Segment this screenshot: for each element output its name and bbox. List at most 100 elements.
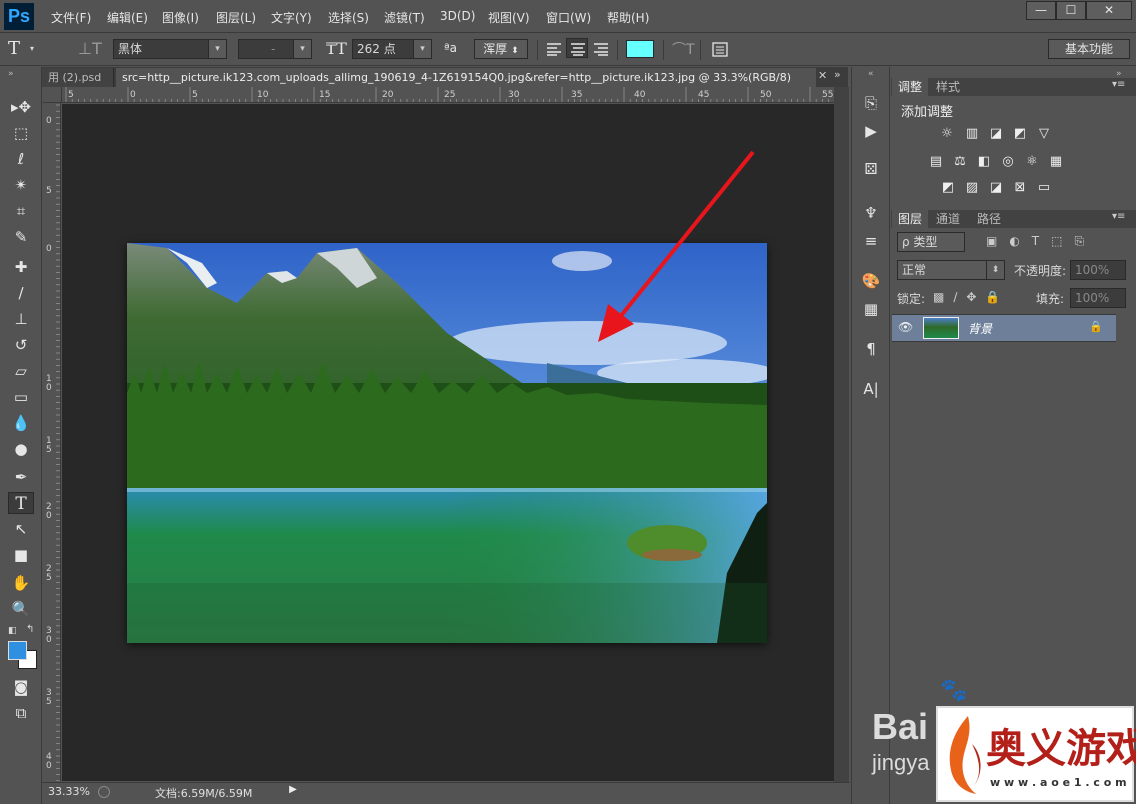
brush-tool-icon[interactable]: ∕ — [8, 282, 34, 304]
status-menu-arrow-icon[interactable]: ▶ — [286, 784, 300, 800]
character-panel-icon[interactable]: A| — [860, 378, 882, 400]
path-selection-icon[interactable]: ↖ — [8, 518, 34, 540]
screen-mode-icon[interactable]: ⧉ — [8, 702, 34, 724]
align-left-icon[interactable] — [546, 41, 562, 56]
navigator-panel-icon[interactable]: ⚄ — [860, 158, 882, 180]
grid-panel-icon[interactable]: ▦ — [860, 298, 882, 320]
minimize-button[interactable]: — — [1026, 1, 1056, 20]
align-center-icon[interactable] — [566, 38, 588, 58]
selective-color-icon[interactable]: ⊠ — [1010, 180, 1030, 196]
photo-filter-icon[interactable]: ◎ — [998, 154, 1018, 170]
brush-panel-icon[interactable]: ♆ — [860, 202, 882, 224]
collapse-icon[interactable]: « — [868, 69, 874, 79]
brush-presets-icon[interactable]: ≡ — [860, 230, 882, 252]
rectangle-tool-icon[interactable]: ■ — [8, 544, 34, 566]
text-orientation-icon[interactable]: ⊥T — [78, 39, 102, 58]
gradient-tool-icon[interactable]: ▭ — [8, 386, 34, 408]
blur-tool-icon[interactable]: 💧 — [8, 412, 34, 434]
layer-filter-select[interactable]: ρ 类型 — [897, 232, 965, 252]
layer-filter-icons[interactable]: ▣◐T⬚⎘ — [986, 234, 1096, 249]
marquee-tool-icon[interactable]: ⬚ — [8, 122, 34, 144]
quick-mask-icon[interactable]: ◙ — [8, 676, 34, 698]
close-button[interactable]: ✕ — [1086, 1, 1132, 20]
warp-text-icon[interactable]: ⌒T — [672, 39, 695, 59]
invert-icon[interactable]: ◩ — [938, 180, 958, 196]
blend-mode-select[interactable]: 正常 ⬍ — [897, 260, 1005, 280]
vertical-scrollbar[interactable] — [834, 87, 849, 782]
posterize-icon[interactable]: ▨ — [962, 180, 982, 196]
character-panel-icon[interactable] — [711, 40, 729, 58]
tab-adjustments[interactable]: 调整 — [892, 78, 929, 96]
text-color-swatch[interactable] — [626, 40, 654, 58]
antialias-select[interactable]: 浑厚 ⬍ — [474, 39, 528, 59]
tab-paths[interactable]: 路径 — [971, 210, 1007, 228]
collapse-icon[interactable]: » — [8, 69, 14, 79]
document-image[interactable] — [127, 243, 767, 643]
eraser-icon[interactable]: ▱ — [8, 360, 34, 382]
maximize-button[interactable]: ☐ — [1056, 1, 1086, 20]
lock-icons[interactable]: ▩∕✥🔒 — [933, 290, 1009, 304]
font-family-select[interactable]: 黑体 ▾ — [113, 39, 227, 59]
menu-item-4[interactable]: 文字(Y) — [271, 9, 312, 26]
paragraph-panel-icon[interactable]: ¶ — [860, 338, 882, 360]
close-tab-icon[interactable]: ✕ — [818, 69, 827, 82]
tab-active-document[interactable]: src=http__picture.ik123.com_uploads_alli… — [116, 68, 816, 87]
zoom-tool-icon[interactable]: 🔍 — [8, 598, 34, 620]
zoom-level[interactable]: 33.33% — [48, 785, 90, 798]
history-panel-icon[interactable]: ⎘ — [860, 92, 882, 114]
chevron-down-icon[interactable]: ▾ — [30, 44, 34, 53]
workspace-button[interactable]: 基本功能 — [1048, 39, 1130, 59]
pen-tool-icon[interactable]: ✒ — [8, 466, 34, 488]
threshold-icon[interactable]: ◪ — [986, 180, 1006, 196]
actions-panel-icon[interactable]: ▶ — [860, 120, 882, 142]
crop-tool-icon[interactable]: ⌗ — [8, 200, 34, 222]
type-tool-icon[interactable]: T — [8, 492, 34, 514]
menu-item-5[interactable]: 选择(S) — [328, 9, 369, 26]
ruler-origin[interactable] — [43, 87, 62, 103]
foreground-color-swatch[interactable] — [8, 641, 27, 660]
panel-menu-icon[interactable]: ▾≡ — [1112, 211, 1125, 222]
clone-stamp-icon[interactable]: ⊥ — [8, 308, 34, 330]
black-white-icon[interactable]: ◧ — [974, 154, 994, 170]
menu-item-6[interactable]: 滤镜(T) — [384, 9, 425, 26]
tab-layers[interactable]: 图层 — [892, 210, 929, 228]
tab-channels[interactable]: 通道 — [930, 210, 966, 228]
text-tool-preset-icon[interactable]: T — [8, 38, 20, 59]
opacity-field[interactable]: 100% — [1070, 260, 1126, 280]
panel-menu-icon[interactable]: ▾≡ — [1112, 79, 1125, 90]
levels-icon[interactable]: ▥ — [962, 126, 982, 142]
lasso-tool-icon[interactable]: ℓ — [8, 148, 34, 170]
dodge-tool-icon[interactable]: ● — [8, 438, 34, 460]
status-info-icon[interactable] — [98, 786, 110, 798]
layer-name[interactable]: 背景 — [968, 320, 992, 337]
more-tabs-icon[interactable]: » — [834, 68, 841, 81]
font-size-select[interactable]: 262 点 ▾ — [352, 39, 432, 59]
menu-item-3[interactable]: 图层(L) — [216, 9, 256, 26]
swatches-panel-icon[interactable]: 🎨 — [860, 270, 882, 292]
magic-wand-icon[interactable]: ✴ — [8, 174, 34, 196]
tab-styles[interactable]: 样式 — [930, 78, 966, 96]
hand-tool-icon[interactable]: ✋ — [8, 572, 34, 594]
channel-mixer-icon[interactable]: ⚛ — [1022, 154, 1042, 170]
tab-psd-document[interactable]: 用 (2).psd — [42, 68, 114, 87]
exposure-icon[interactable]: ◩ — [1010, 126, 1030, 142]
gradient-map-icon[interactable]: ▭ — [1034, 180, 1054, 196]
align-right-icon[interactable] — [593, 41, 609, 56]
brightness-icon[interactable]: ☼ — [937, 126, 957, 142]
curves-icon[interactable]: ◪ — [986, 126, 1006, 142]
horizontal-ruler[interactable]: 5 0 5 10 15 20 25 30 35 40 45 50 55 — [62, 87, 834, 103]
color-balance-icon[interactable]: ⚖ — [950, 154, 970, 170]
vertical-ruler[interactable]: 05010152025303540 — [43, 103, 61, 781]
menu-item-0[interactable]: 文件(F) — [51, 9, 91, 26]
menu-item-8[interactable]: 视图(V) — [488, 9, 530, 26]
swap-colors-icon[interactable]: ↰ — [26, 624, 34, 635]
vibrance-icon[interactable]: ▽ — [1034, 126, 1054, 142]
default-colors-icon[interactable]: ◧ — [8, 626, 17, 636]
hue-saturation-icon[interactable]: ▤ — [926, 154, 946, 170]
fill-field[interactable]: 100% — [1070, 288, 1126, 308]
color-lookup-icon[interactable]: ▦ — [1046, 154, 1066, 170]
menu-item-1[interactable]: 编辑(E) — [107, 9, 148, 26]
menu-item-2[interactable]: 图像(I) — [162, 9, 199, 26]
menu-item-7[interactable]: 3D(D) — [440, 9, 475, 23]
font-style-select[interactable]: - ▾ — [238, 39, 312, 59]
